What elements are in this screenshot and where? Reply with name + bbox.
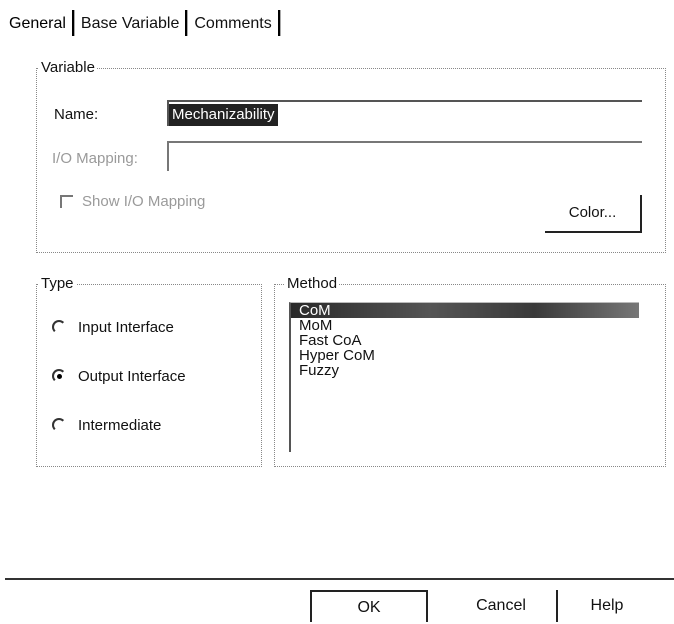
- name-input-value: Mechanizability: [169, 104, 278, 126]
- list-item[interactable]: MoM: [291, 318, 639, 333]
- list-item[interactable]: CoM: [291, 303, 639, 318]
- radio-input-interface[interactable]: Input Interface: [52, 315, 174, 339]
- list-item[interactable]: Fuzzy: [291, 363, 639, 378]
- radio-button-icon: [52, 320, 66, 334]
- variable-group-legend: Variable: [39, 59, 97, 77]
- tab-comments[interactable]: Comments: [190, 9, 275, 37]
- radio-intermediate[interactable]: Intermediate: [52, 413, 161, 437]
- color-button[interactable]: Color...: [545, 195, 642, 233]
- tab-general[interactable]: General: [5, 9, 70, 37]
- radio-button-icon: [52, 369, 66, 383]
- ok-button[interactable]: OK: [310, 590, 428, 622]
- dialog-separator: [5, 578, 674, 580]
- io-mapping-input[interactable]: [167, 141, 642, 171]
- tab-divider: [185, 10, 189, 36]
- name-label: Name:: [54, 106, 99, 123]
- help-button[interactable]: Help: [556, 590, 656, 622]
- method-group-legend: Method: [285, 275, 340, 293]
- tab-divider: [277, 10, 281, 36]
- name-input[interactable]: Mechanizability: [167, 100, 642, 126]
- radio-label: Output Interface: [78, 367, 186, 385]
- list-item[interactable]: Hyper CoM: [291, 348, 639, 363]
- type-group-legend: Type: [39, 275, 76, 293]
- radio-button-icon: [52, 418, 66, 432]
- list-item[interactable]: Fast CoA: [291, 333, 639, 348]
- io-mapping-label: I/O Mapping:: [52, 150, 138, 167]
- tab-divider: [71, 10, 75, 36]
- radio-label: Input Interface: [78, 318, 174, 336]
- tab-base-variable[interactable]: Base Variable: [77, 9, 183, 37]
- cancel-button[interactable]: Cancel: [455, 590, 547, 622]
- method-listbox[interactable]: CoM MoM Fast CoA Hyper CoM Fuzzy: [289, 302, 639, 452]
- show-io-mapping-label: Show I/O Mapping: [82, 193, 206, 210]
- tab-bar: General Base Variable Comments: [5, 8, 283, 38]
- radio-label: Intermediate: [78, 416, 162, 434]
- radio-output-interface[interactable]: Output Interface: [52, 364, 186, 388]
- show-io-mapping-checkbox[interactable]: [60, 195, 73, 208]
